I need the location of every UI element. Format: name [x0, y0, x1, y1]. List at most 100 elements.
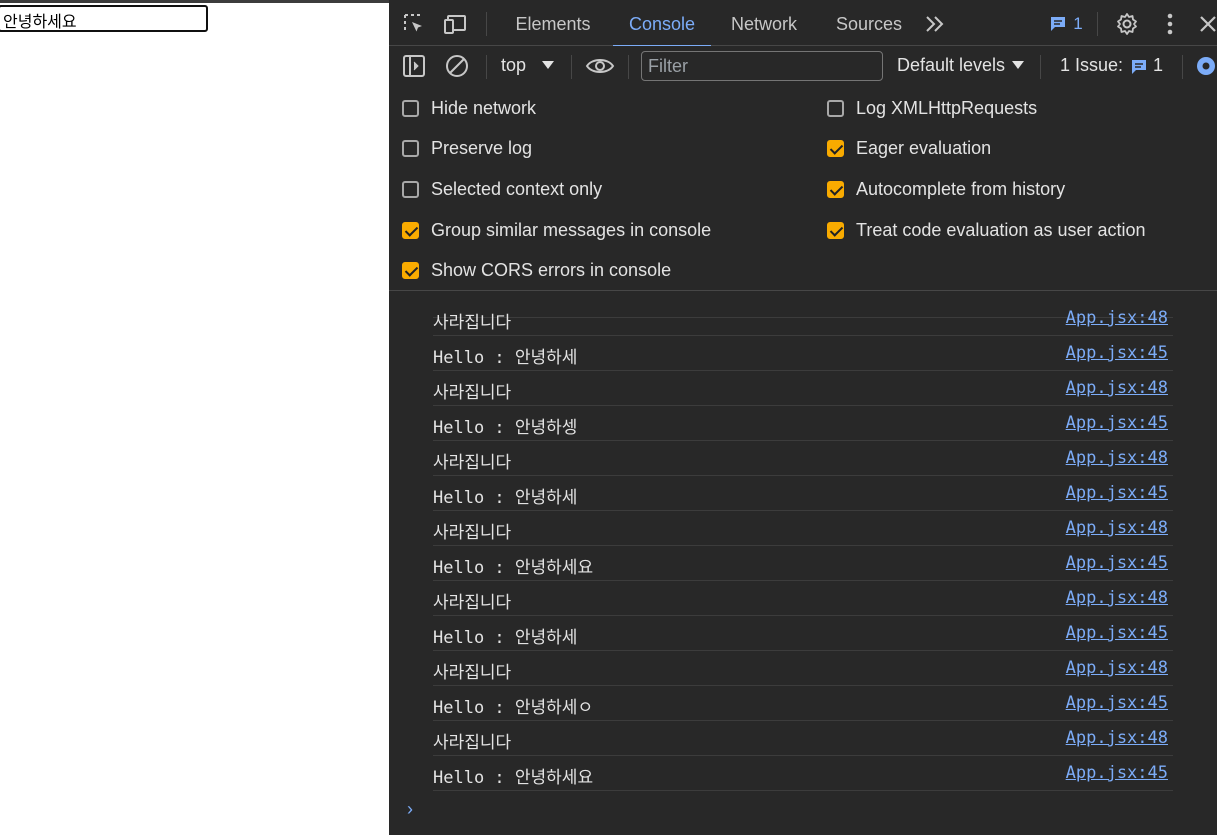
- source-link[interactable]: App.jsx:48: [1066, 518, 1168, 538]
- more-tabs-icon[interactable]: [922, 11, 948, 37]
- source-link[interactable]: App.jsx:45: [1066, 553, 1168, 573]
- checkbox-checked[interactable]: [827, 139, 844, 157]
- console-row: 사라집니다 App.jsx:48: [433, 371, 1173, 406]
- console-row: 사라집니다 App.jsx:48: [433, 651, 1173, 686]
- checkbox[interactable]: [402, 180, 419, 198]
- option-group-similar[interactable]: Group similar messages in console: [402, 218, 711, 242]
- console-message: Hello : 안녕하세요: [433, 768, 594, 788]
- sidebar-toggle-icon[interactable]: [401, 53, 427, 79]
- console-message: Hello : 안녕하세: [433, 488, 578, 508]
- option-label: Eager evaluation: [856, 137, 992, 158]
- checkbox[interactable]: [402, 139, 419, 157]
- option-show-cors-errors[interactable]: Show CORS errors in console: [402, 258, 671, 282]
- console-row: 사라집니다 App.jsx:48: [433, 581, 1173, 616]
- close-icon[interactable]: [1195, 11, 1217, 37]
- tab-console[interactable]: Console: [613, 0, 711, 47]
- kebab-menu-icon[interactable]: [1157, 11, 1183, 37]
- source-link[interactable]: App.jsx:45: [1066, 413, 1168, 433]
- message-icon: [1051, 17, 1066, 31]
- console-row: 사라집니다 App.jsx:48: [433, 441, 1173, 476]
- toolbar-divider: [486, 55, 487, 79]
- context-selector[interactable]: top: [501, 55, 526, 76]
- live-expression-eye-icon[interactable]: [585, 53, 615, 79]
- option-label: Group similar messages in console: [431, 219, 712, 240]
- option-label: Hide network: [431, 97, 537, 118]
- context-dropdown-icon[interactable]: [542, 61, 554, 69]
- text-input[interactable]: [0, 5, 208, 32]
- source-link[interactable]: App.jsx:48: [1066, 378, 1168, 398]
- console-message: 사라집니다: [433, 523, 512, 543]
- issue-message-icon: [1132, 60, 1146, 74]
- source-link[interactable]: App.jsx:48: [1066, 728, 1168, 748]
- option-eager-evaluation[interactable]: Eager evaluation: [827, 136, 991, 160]
- tab-network[interactable]: Network: [721, 0, 807, 46]
- source-link[interactable]: App.jsx:48: [1066, 448, 1168, 468]
- toolbar-divider: [1040, 55, 1041, 79]
- toolbar-divider: [1097, 12, 1098, 36]
- console-message: Hello : 안녕하셍: [433, 418, 578, 438]
- source-link[interactable]: App.jsx:45: [1066, 483, 1168, 503]
- console-message: Hello : 안녕하세ㅇ: [433, 698, 594, 718]
- console-settings-pane: Hide network Preserve log Selected conte…: [389, 88, 1217, 291]
- tab-elements[interactable]: Elements: [503, 0, 603, 46]
- page-top-border: [0, 0, 389, 3]
- console-message: 사라집니다: [433, 383, 512, 403]
- console-row: 사라집니다 App.jsx:48: [433, 511, 1173, 546]
- option-treat-code-as-user-action[interactable]: Treat code evaluation as user action: [827, 218, 1146, 242]
- console-message: Hello : 안녕하세: [433, 348, 578, 368]
- log-levels-dropdown[interactable]: Default levels: [897, 55, 1005, 76]
- option-autocomplete-history[interactable]: Autocomplete from history: [827, 177, 1065, 201]
- source-link[interactable]: App.jsx:48: [1066, 658, 1168, 678]
- tab-sources[interactable]: Sources: [829, 0, 909, 46]
- issues-count: 1: [1153, 55, 1164, 75]
- checkbox-checked[interactable]: [827, 180, 844, 198]
- messages-badge[interactable]: 1: [1046, 11, 1086, 37]
- console-message: 사라집니다: [433, 593, 512, 613]
- checkbox[interactable]: [827, 99, 844, 117]
- source-link[interactable]: App.jsx:48: [1066, 308, 1168, 328]
- source-link[interactable]: App.jsx:45: [1066, 763, 1168, 783]
- checkbox-checked[interactable]: [402, 221, 419, 239]
- toolbar-divider: [1182, 55, 1183, 79]
- option-label: Log XMLHttpRequests: [856, 97, 1038, 118]
- console-row: Hello : 안녕하세 App.jsx:45: [433, 616, 1173, 651]
- settings-gear-icon[interactable]: [1114, 11, 1140, 37]
- option-label: Autocomplete from history: [856, 178, 1066, 199]
- badge-count: 1: [1073, 14, 1083, 33]
- console-message: 사라집니다: [433, 453, 512, 473]
- option-log-xmlhttprequests[interactable]: Log XMLHttpRequests: [827, 96, 1037, 120]
- levels-dropdown-icon[interactable]: [1012, 61, 1024, 69]
- checkbox-checked[interactable]: [402, 261, 419, 279]
- toolbar-divider: [571, 55, 572, 79]
- source-link[interactable]: App.jsx:45: [1066, 623, 1168, 643]
- clear-console-icon[interactable]: [444, 53, 470, 79]
- issues-label[interactable]: 1 Issue:: [1060, 55, 1123, 76]
- console-log-area[interactable]: 사라집니다 App.jsx:48 Hello : 안녕하세 App.jsx:45 사…: [389, 292, 1217, 835]
- devtools-tabbar: Elements Console Network Sources 1: [389, 0, 1217, 47]
- option-label: Show CORS errors in console: [431, 259, 672, 280]
- source-link[interactable]: App.jsx:48: [1066, 588, 1168, 608]
- console-toolbar: top Filter Default levels 1 Issue: 1: [389, 46, 1217, 88]
- device-toolbar-icon[interactable]: [444, 11, 470, 37]
- option-label: Treat code evaluation as user action: [856, 219, 1146, 240]
- console-row: 사라집니다 App.jsx:48: [433, 721, 1173, 756]
- console-prompt-chevron-icon[interactable]: ›: [407, 799, 413, 820]
- source-link[interactable]: App.jsx:45: [1066, 343, 1168, 363]
- source-link[interactable]: App.jsx:45: [1066, 693, 1168, 713]
- console-row: Hello : 안녕하세 App.jsx:45: [433, 336, 1173, 371]
- console-message: 사라집니다: [433, 663, 512, 683]
- toolbar-divider: [628, 55, 629, 79]
- inspect-element-icon[interactable]: [401, 11, 427, 37]
- console-settings-gear-icon[interactable]: [1193, 53, 1217, 79]
- checkbox[interactable]: [402, 99, 419, 117]
- option-hide-network[interactable]: Hide network: [402, 96, 536, 120]
- web-page: [0, 0, 389, 835]
- console-row: 사라집니다 App.jsx:48: [433, 301, 1173, 336]
- checkbox-checked[interactable]: [827, 221, 844, 239]
- option-preserve-log[interactable]: Preserve log: [402, 136, 532, 160]
- console-message: 사라집니다: [433, 313, 512, 333]
- devtools-panel: Elements Console Network Sources 1 top F…: [389, 0, 1217, 835]
- option-label: Preserve log: [431, 137, 533, 158]
- filter-input[interactable]: Filter: [641, 51, 883, 81]
- option-selected-context-only[interactable]: Selected context only: [402, 177, 602, 201]
